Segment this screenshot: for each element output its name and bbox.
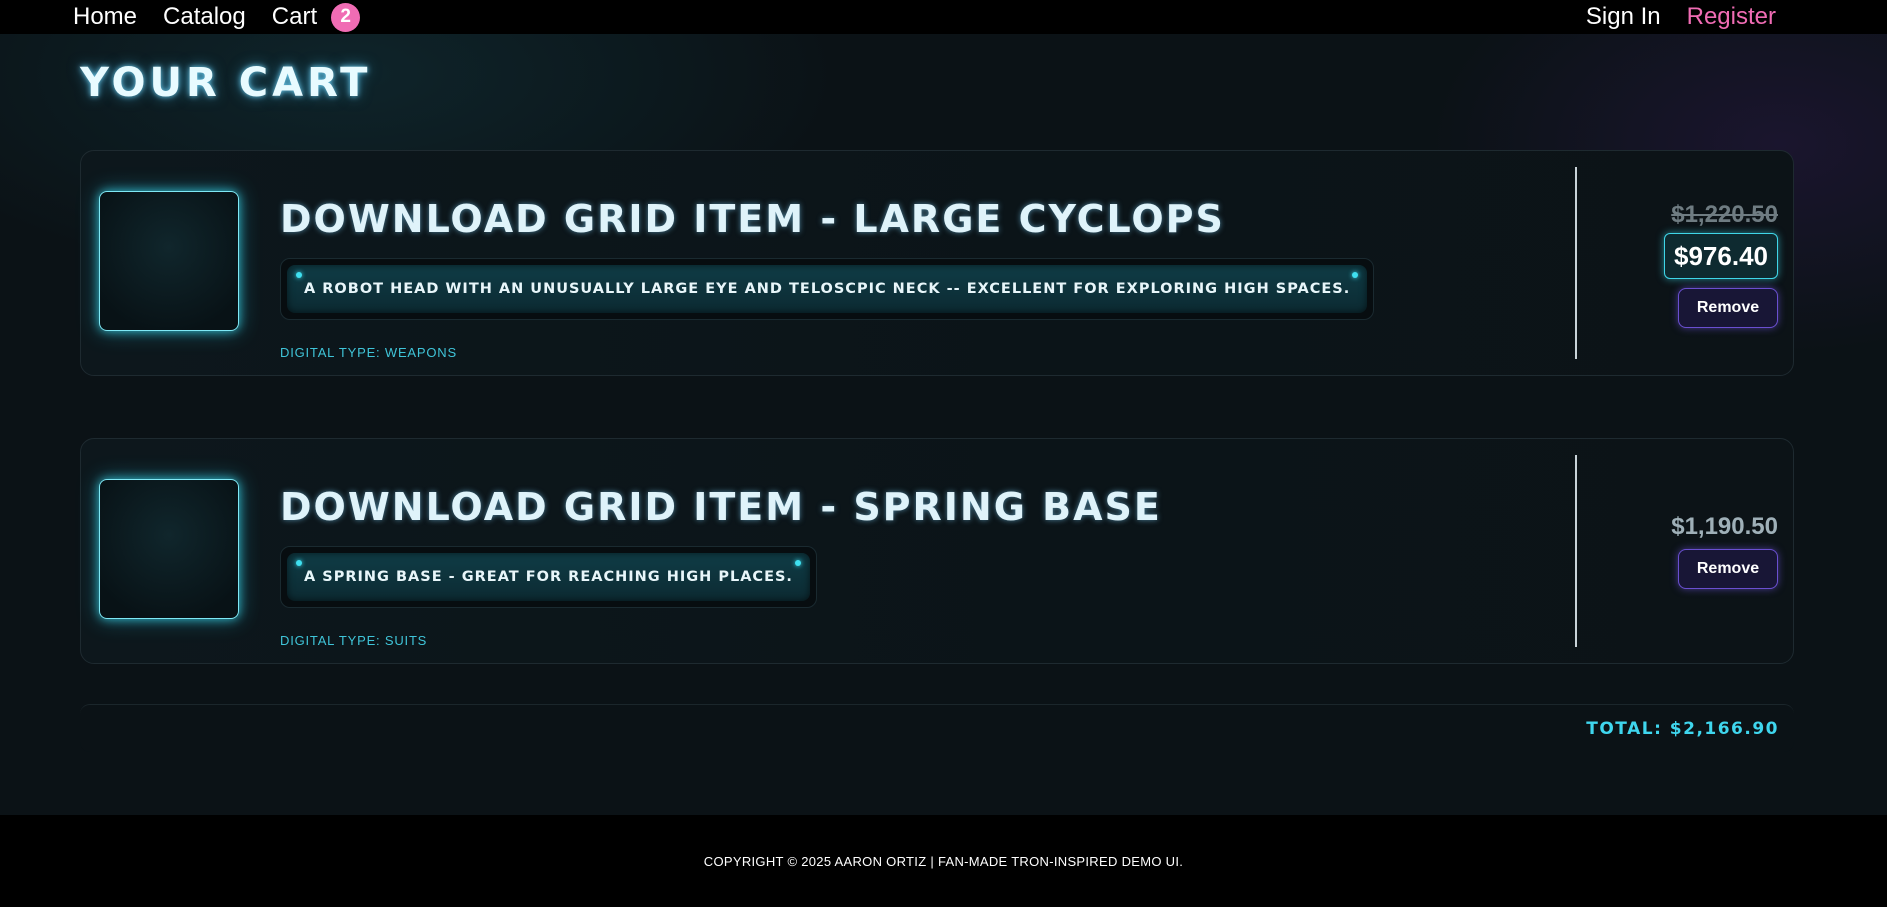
cart-item: DOWNLOAD GRID ITEM - SPRING BASE A SPRIN… <box>80 438 1794 664</box>
cart-item: DOWNLOAD GRID ITEM - LARGE CYCLOPS A ROB… <box>80 150 1794 376</box>
item-description-panel: A SPRING BASE - GREAT FOR REACHING HIGH … <box>287 553 810 601</box>
corner-dot-icon <box>296 272 302 278</box>
item-description-panel: A ROBOT HEAD WITH AN UNUSUALLY LARGE EYE… <box>287 265 1368 313</box>
remove-button[interactable]: Remove <box>1678 549 1778 589</box>
item-digital-type: DIGITAL TYPE: WEAPONS <box>280 345 457 360</box>
item-title: DOWNLOAD GRID ITEM - SPRING BASE <box>280 485 1162 529</box>
corner-dot-icon <box>296 560 302 566</box>
copyright-text: COPYRIGHT © 2025 AARON ORTIZ | FAN-MADE … <box>703 853 1184 869</box>
corner-dot-icon <box>794 560 801 566</box>
price-divider <box>1575 455 1577 647</box>
cart-count-badge: 2 <box>331 2 361 32</box>
remove-button[interactable]: Remove <box>1678 288 1778 328</box>
item-description-box: A SPRING BASE - GREAT FOR REACHING HIGH … <box>280 546 817 608</box>
original-price: $1,220.50 <box>1671 201 1778 228</box>
nav-catalog-link[interactable]: Catalog <box>163 2 246 32</box>
sale-price: $976.40 <box>1664 233 1778 279</box>
cart-total: TOTAL: $2,166.90 <box>1586 719 1779 739</box>
nav-home-link[interactable]: Home <box>73 2 137 32</box>
corner-dot-icon <box>1352 272 1359 278</box>
item-digital-type: DIGITAL TYPE: SUITS <box>280 633 428 648</box>
item-description-box: A ROBOT HEAD WITH AN UNUSUALLY LARGE EYE… <box>280 258 1375 320</box>
nav-cart-label: Cart <box>271 3 318 30</box>
nav-cart-link[interactable]: Cart 2 <box>271 2 361 32</box>
nav-register-link[interactable]: Register <box>1687 2 1776 32</box>
page-title: YOUR CART <box>80 60 372 106</box>
item-thumbnail <box>99 479 239 619</box>
nav-sign-in-link[interactable]: Sign In <box>1586 2 1661 32</box>
nav-account-links: Sign In Register <box>1560 0 1776 34</box>
item-thumbnail <box>99 191 239 331</box>
footer: COPYRIGHT © 2025 AARON ORTIZ | FAN-MADE … <box>0 815 1887 907</box>
cart-page: YOUR CART DOWNLOAD GRID ITEM - LARGE CYC… <box>0 34 1887 815</box>
top-nav: Home Catalog Cart 2 Sign In Register <box>0 0 1887 34</box>
item-price: $1,190.50 <box>1671 513 1778 540</box>
item-description: A ROBOT HEAD WITH AN UNUSUALLY LARGE EYE… <box>304 281 1351 297</box>
item-title: DOWNLOAD GRID ITEM - LARGE CYCLOPS <box>280 197 1225 241</box>
cart-total-bar: TOTAL: $2,166.90 <box>80 704 1794 752</box>
price-divider <box>1575 167 1577 359</box>
item-description: A SPRING BASE - GREAT FOR REACHING HIGH … <box>304 569 793 585</box>
